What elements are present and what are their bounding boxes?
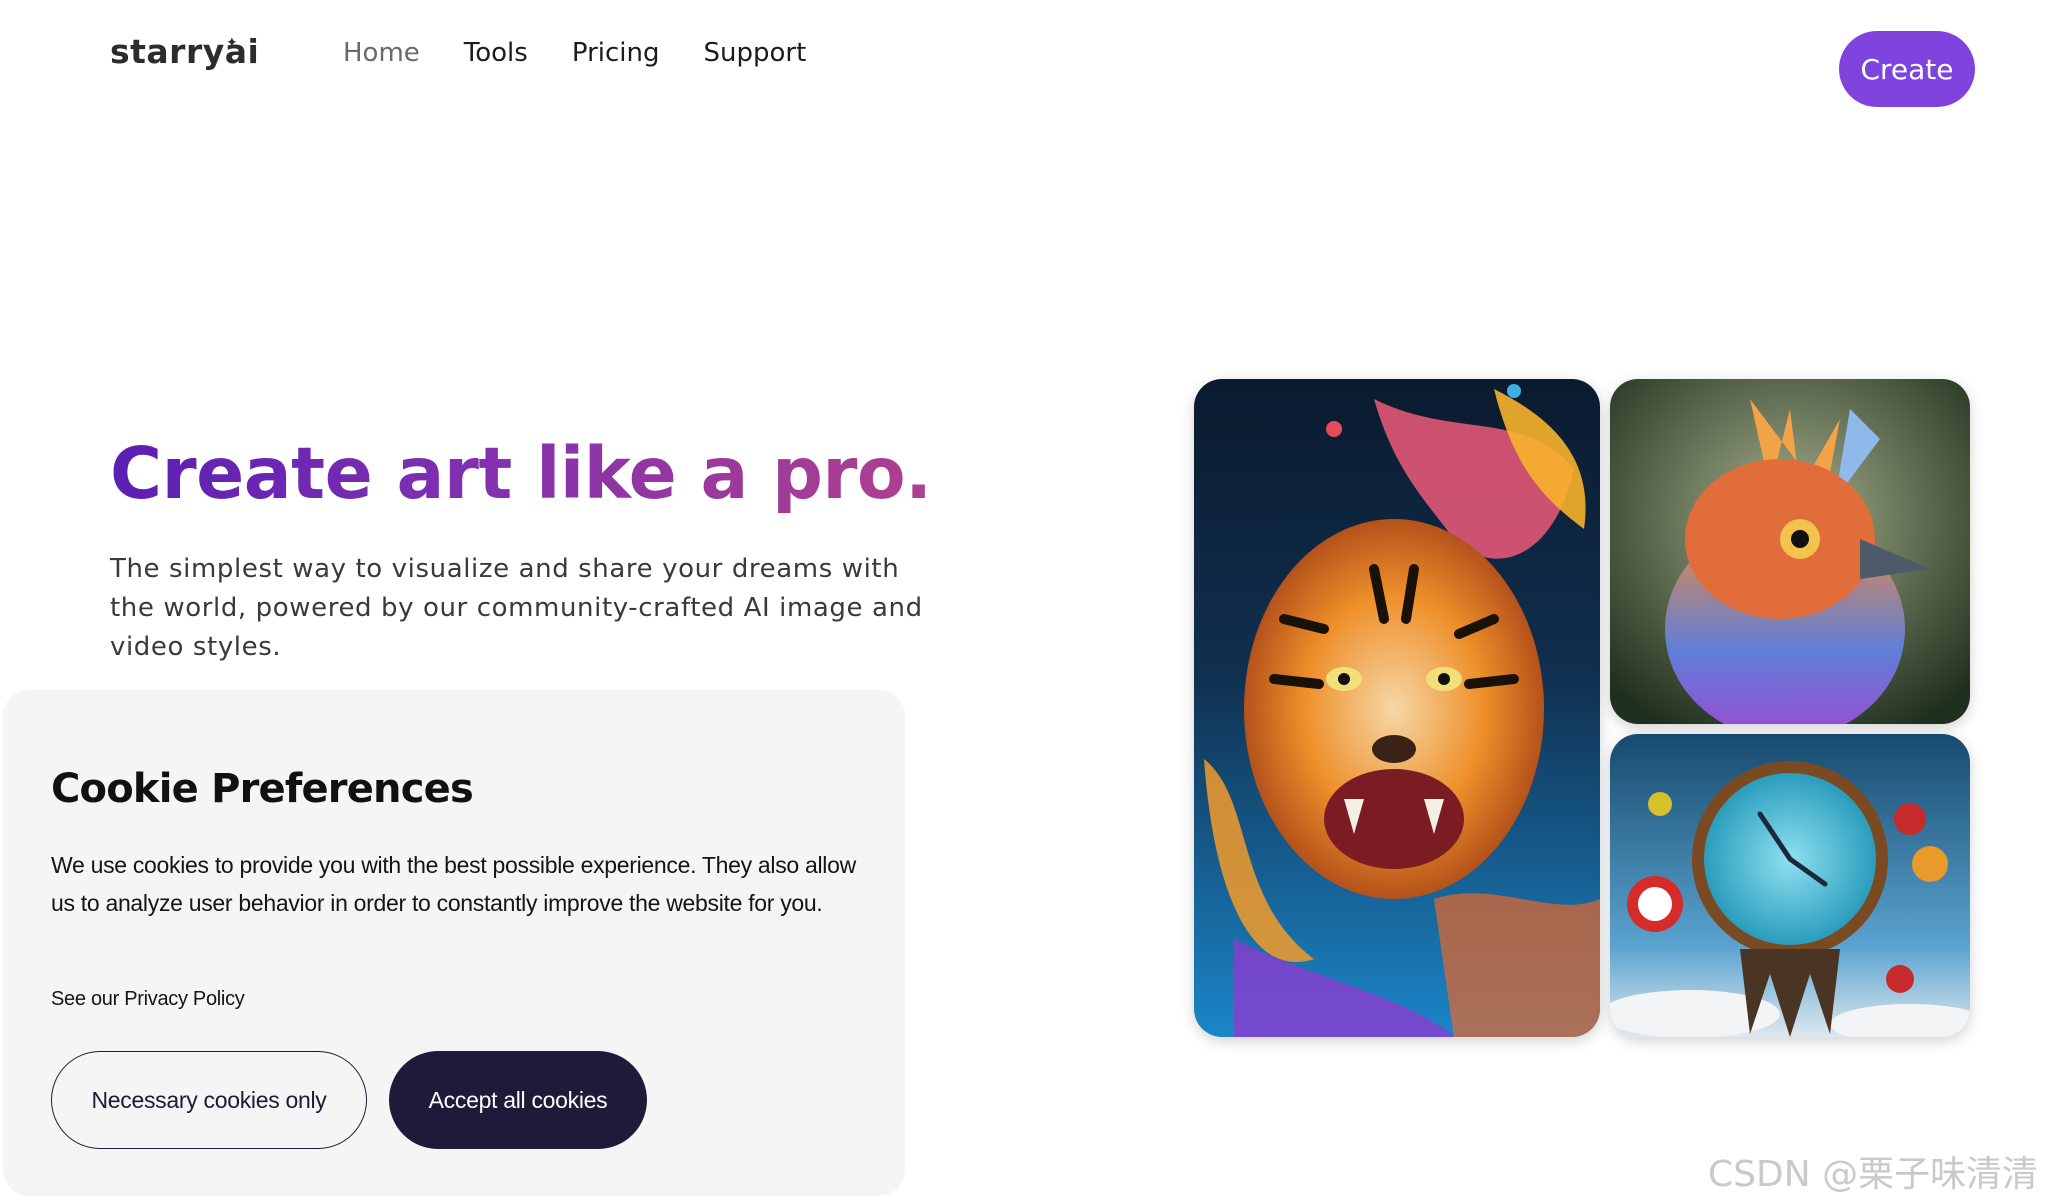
page: starryai ✦ Home Tools Pricing Support Cr… [0, 0, 2061, 1201]
nav-tools[interactable]: Tools [464, 38, 528, 68]
nav-home[interactable]: Home [343, 38, 420, 68]
watermark: CSDN @栗子味清清 [1708, 1154, 2039, 1195]
necessary-cookies-button[interactable]: Necessary cookies only [51, 1051, 367, 1149]
cookie-description: We use cookies to provide you with the b… [51, 852, 856, 916]
bird-artwork-image [1610, 379, 1970, 724]
hero-title: Create art like a pro. [110, 432, 932, 515]
accept-all-cookies-button[interactable]: Accept all cookies [389, 1051, 647, 1149]
main-nav: Home Tools Pricing Support [343, 38, 806, 68]
nav-pricing[interactable]: Pricing [572, 38, 660, 68]
melting-clock-artwork-image [1610, 734, 1970, 1037]
nav-support[interactable]: Support [703, 38, 806, 68]
cookie-preferences-panel: Cookie Preferences We use cookies to pro… [3, 690, 905, 1196]
create-button[interactable]: Create [1839, 31, 1975, 107]
hero-subtitle: The simplest way to visualize and share … [110, 554, 923, 662]
privacy-policy-link[interactable]: See our Privacy Policy [51, 988, 245, 1011]
tiger-artwork-image [1194, 379, 1600, 1037]
sparkle-icon: ✦ [226, 34, 238, 50]
cookie-title: Cookie Preferences [51, 766, 474, 812]
